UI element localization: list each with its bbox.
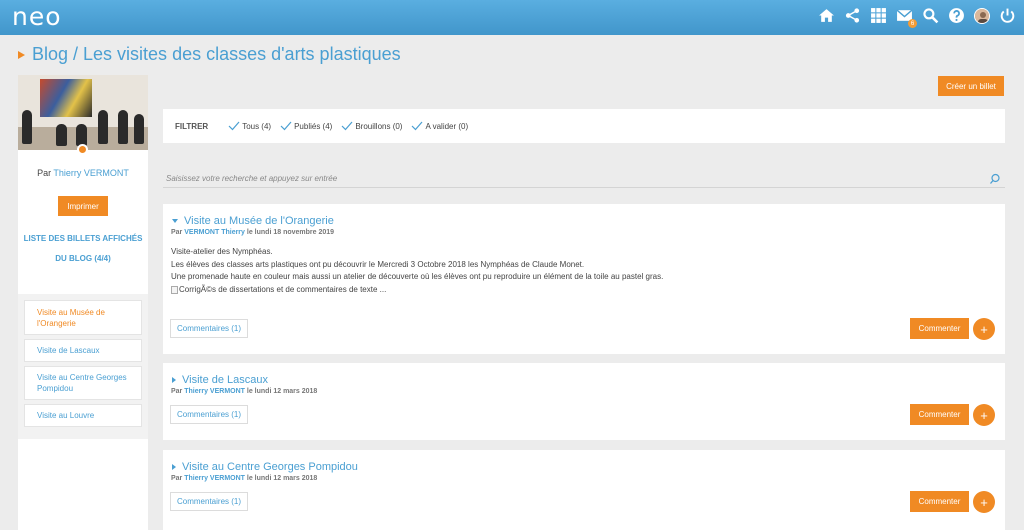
sidebar-entry-pompidou[interactable]: Visite au Centre Georges Pompidou (24, 366, 142, 400)
filter-all[interactable]: Tous (4) (228, 121, 271, 131)
search-bar (163, 171, 1005, 188)
author-prefix: Par (37, 168, 52, 178)
post-meta: Par Thierry VERMONT le lundi 12 mars 201… (171, 475, 317, 482)
avatar[interactable] (974, 7, 990, 24)
sidebar-entry-lascaux[interactable]: Visite de Lascaux (24, 339, 142, 362)
filter-all-label: Tous (4) (242, 121, 272, 131)
post-meta: Par Thierry VERMONT le lundi 12 mars 201… (171, 388, 317, 395)
check-icon (411, 121, 423, 131)
plus-icon[interactable]: + (973, 404, 995, 426)
post-title[interactable]: Visite au Musée de l'Orangerie (172, 215, 334, 227)
mail-icon[interactable]: 6 (896, 7, 917, 28)
filter-published-label: Publiés (4) (294, 121, 333, 131)
entries-list: Visite au Musée de l'Orangerie Visite de… (18, 294, 148, 439)
sidebar-entry-louvre[interactable]: Visite au Louvre (24, 404, 142, 427)
comments-toggle-button[interactable]: Commentaires (1) (170, 319, 249, 338)
page-title-bar: Blog / Les visites des classes d'arts pl… (18, 44, 401, 65)
post-meta: Par VERMONT Thierry le lundi 18 novembre… (171, 229, 334, 236)
message-badge: 6 (908, 19, 917, 28)
plus-icon[interactable]: + (973, 491, 995, 513)
search-icon[interactable] (989, 173, 1001, 185)
expand-icon[interactable] (172, 377, 176, 383)
blog-cover-image (18, 75, 148, 150)
search-input[interactable] (163, 171, 963, 183)
blog-author: Par Thierry VERMONT (18, 168, 148, 178)
blog-sidebar: Par Thierry VERMONT Imprimer LISTE DES B… (18, 75, 148, 530)
broken-image-alt: CorrigÃ©s de dissertations et de comment… (179, 284, 387, 294)
post-title-text[interactable]: Visite au Centre Georges Pompidou (182, 461, 358, 473)
plus-icon[interactable]: + (973, 318, 995, 340)
comments-toggle-button[interactable]: Commentaires (1) (170, 492, 249, 511)
collapse-icon[interactable] (172, 219, 178, 223)
cover-indicator-dot (77, 144, 88, 155)
post-author-link[interactable]: VERMONT Thierry (184, 229, 245, 236)
app-logo[interactable]: neo (12, 4, 62, 30)
post-body-line: Une promenade haute en couleur mais auss… (171, 272, 664, 281)
create-post-button[interactable]: Créer un billet (938, 76, 1004, 96)
print-button[interactable]: Imprimer (58, 196, 108, 216)
post-date: le lundi 12 mars 2018 (246, 388, 318, 395)
post-author-link[interactable]: Thierry VERMONT (184, 475, 245, 482)
comment-button[interactable]: Commenter (910, 491, 969, 512)
filter-drafts[interactable]: Brouillons (0) (341, 121, 402, 131)
post-date: le lundi 12 mars 2018 (246, 475, 318, 482)
filter-bar: FILTRER Tous (4) Publiés (4) Brouillons … (163, 109, 1005, 143)
filter-to-validate-label: A valider (0) (425, 121, 469, 131)
post-card: Visite de Lascaux Par Thierry VERMONT le… (163, 363, 1005, 440)
apps-grid-icon[interactable] (870, 7, 887, 24)
filter-published[interactable]: Publiés (4) (280, 121, 332, 131)
post-body-line: Les élèves des classes arts plastiques o… (171, 259, 585, 269)
comment-button[interactable]: Commenter (910, 318, 969, 339)
filter-to-validate[interactable]: A valider (0) (411, 121, 468, 131)
filter-label: FILTRER (175, 121, 209, 131)
check-icon (280, 121, 292, 131)
help-icon[interactable] (948, 7, 965, 24)
meta-prefix: Par (171, 475, 183, 482)
post-body-line: Visite-atelier des Nymphéas. (171, 247, 273, 256)
power-icon[interactable] (999, 7, 1016, 24)
post-body: Visite-atelier des Nymphéas. Les élèves … (171, 246, 663, 296)
filter-drafts-label: Brouillons (0) (355, 121, 403, 131)
home-icon[interactable] (818, 7, 835, 24)
entries-list-title: LISTE DES BILLETS AFFICHÉS DU BLOG (4/4) (23, 234, 143, 263)
check-icon (341, 121, 353, 131)
post-card: Visite au Centre Georges Pompidou Par Th… (163, 450, 1005, 530)
comments-toggle-button[interactable]: Commentaires (1) (170, 405, 249, 424)
title-arrow-icon (18, 50, 25, 59)
broken-image-icon (171, 285, 178, 294)
post-author-link[interactable]: Thierry VERMONT (184, 388, 245, 395)
post-date: le lundi 18 novembre 2019 (246, 229, 335, 236)
search-icon[interactable] (922, 7, 939, 24)
post-title-text[interactable]: Visite de Lascaux (182, 374, 268, 386)
meta-prefix: Par (171, 388, 183, 395)
broken-image: CorrigÃ©s de dissertations et de comment… (171, 284, 663, 297)
share-icon[interactable] (844, 7, 861, 24)
top-bar: neo 6 (0, 0, 1024, 35)
check-icon (228, 121, 240, 131)
post-title[interactable]: Visite de Lascaux (172, 374, 268, 386)
header-icons: 6 (818, 7, 1016, 28)
post-title[interactable]: Visite au Centre Georges Pompidou (172, 461, 358, 473)
page-title: Blog / Les visites des classes d'arts pl… (32, 44, 401, 64)
meta-prefix: Par (171, 229, 183, 236)
author-link[interactable]: Thierry VERMONT (53, 168, 129, 178)
expand-icon[interactable] (172, 464, 176, 470)
post-title-text[interactable]: Visite au Musée de l'Orangerie (184, 215, 334, 227)
comment-button[interactable]: Commenter (910, 404, 969, 425)
sidebar-entry-orangerie[interactable]: Visite au Musée de l'Orangerie (24, 300, 142, 335)
post-card: Visite au Musée de l'Orangerie Par VERMO… (163, 204, 1005, 354)
